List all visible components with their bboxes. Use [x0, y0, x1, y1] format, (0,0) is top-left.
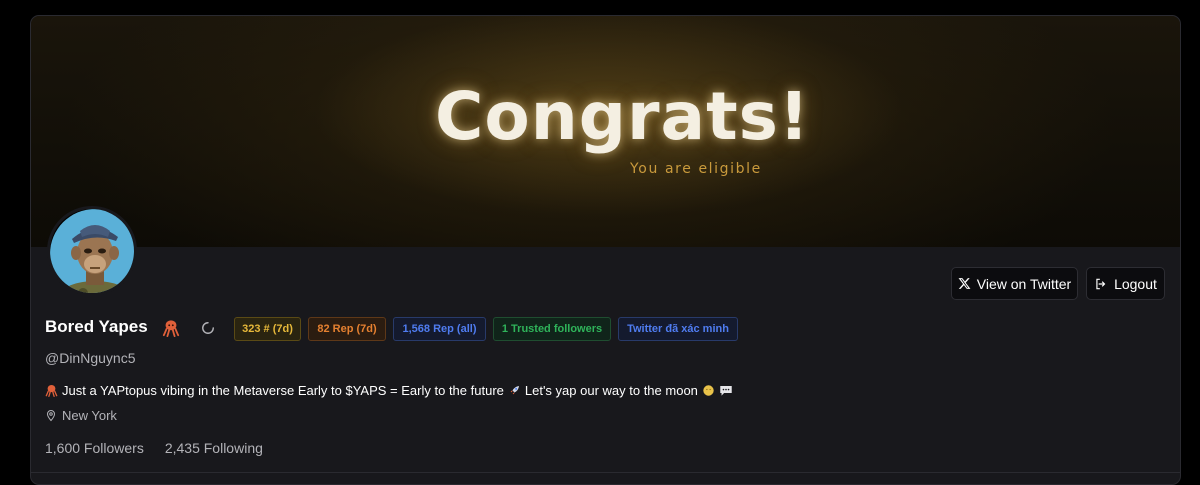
banner-subtitle: You are eligible: [630, 161, 762, 177]
location-pin-icon: [46, 409, 56, 422]
rank-7d-badge: 323 # (7d): [234, 317, 301, 341]
bio-text-tail: Let's yap our way to the moon: [524, 383, 698, 398]
bio-text: Just a YAPtopus vibing in the Metaverse …: [62, 383, 504, 398]
view-on-twitter-button[interactable]: View on Twitter: [951, 267, 1078, 300]
profile-location: New York: [45, 408, 117, 423]
logout-icon: [1096, 278, 1106, 289]
profile-bio: Just a YAPtopus vibing in the Metaverse …: [45, 383, 733, 398]
octopus-icon: [45, 384, 58, 397]
octopus-icon: [162, 320, 180, 337]
profile-banner: Congrats! You are eligible: [31, 16, 1180, 247]
logout-label: Logout: [1114, 275, 1157, 292]
divider: [31, 472, 1180, 473]
followers-count[interactable]: 1,600 Followers: [45, 440, 144, 456]
avatar[interactable]: [47, 206, 137, 296]
rep-all-badge: 1,568 Rep (all): [393, 317, 486, 341]
banner-title: Congrats!: [435, 78, 811, 155]
profile-name: Bored Yapes: [45, 317, 148, 336]
x-logo-icon: [958, 278, 971, 289]
following-count[interactable]: 2,435 Following: [165, 440, 263, 456]
location-text: New York: [62, 408, 117, 423]
profile-handle: @DinNguync5: [45, 350, 136, 366]
twitter-verified-badge: Twitter đã xác minh: [618, 317, 738, 341]
loading-spinner-icon: [202, 322, 214, 334]
rep-7d-badge: 82 Rep (7d): [308, 317, 386, 341]
trusted-followers-badge: 1 Trusted followers: [493, 317, 611, 341]
profile-card: Congrats! You are eligible View on Twitt…: [30, 15, 1181, 485]
moon-face-icon: [703, 385, 714, 396]
logout-button[interactable]: Logout: [1086, 267, 1165, 300]
rocket-icon: [510, 385, 519, 395]
follow-stats: 1,600 Followers 2,435 Following: [45, 440, 263, 456]
speech-bubble-icon: [720, 386, 732, 396]
view-on-twitter-label: View on Twitter: [976, 275, 1072, 292]
ape-avatar-image: [50, 209, 134, 293]
